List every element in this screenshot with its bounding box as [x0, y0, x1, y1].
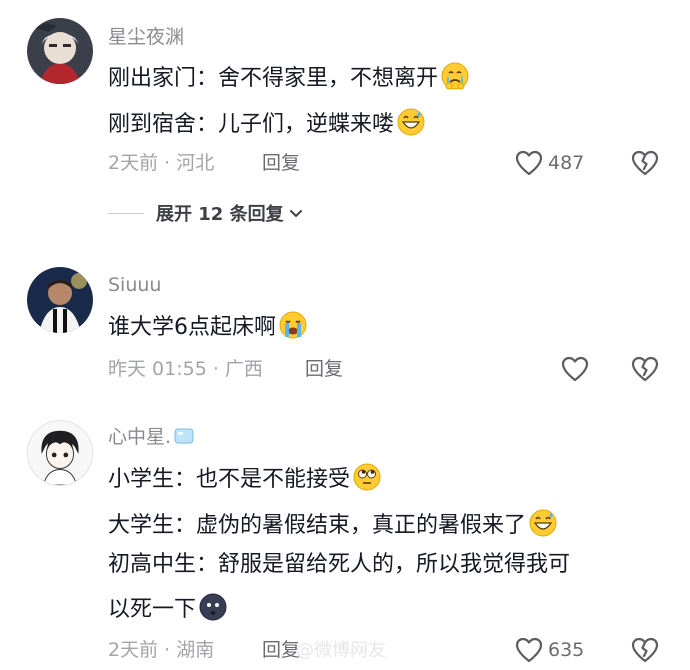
dark-face-emoji-icon	[199, 593, 227, 621]
comment-text-line: 初高中生：舒服是留给死人的，所以我觉得我可	[108, 550, 570, 580]
comment-username[interactable]: 星尘夜渊	[108, 24, 184, 50]
heart-icon	[561, 356, 589, 382]
heart-icon	[515, 150, 543, 176]
anime-character-avatar-icon	[27, 18, 93, 84]
loudly-crying-emoji-icon	[279, 311, 307, 339]
expand-replies-label: 展开 12 条回复	[156, 204, 284, 225]
reply-button[interactable]: 回复	[262, 149, 300, 177]
dislike-button[interactable]	[630, 354, 660, 384]
avatar[interactable]	[27, 18, 93, 84]
like-count: 487	[548, 152, 585, 174]
avatar[interactable]	[27, 420, 93, 486]
comment-text-line: 刚到宿舍：儿子们，逆蝶来喽	[108, 107, 426, 140]
grinning-sweat-emoji-icon	[529, 509, 557, 537]
expand-replies[interactable]: 展开 12 条回复	[108, 199, 304, 227]
dislike-button[interactable]	[630, 635, 660, 665]
watermark: @微博网友	[296, 640, 386, 661]
like-button[interactable]	[560, 354, 594, 384]
comment-text-line: 谁大学6点起床啊	[108, 310, 308, 343]
chevron-down-icon	[289, 210, 302, 218]
comment-meta: 2天前 · 湖南	[108, 639, 215, 661]
broken-heart-icon	[631, 356, 659, 382]
comment-meta: 2天前 · 河北	[108, 152, 215, 174]
crying-emoji-icon	[441, 62, 469, 90]
like-button[interactable]: 635	[514, 635, 584, 665]
like-count: 635	[548, 639, 585, 661]
comment-text: 刚到宿舍：儿子们，逆蝶来喽	[108, 112, 395, 137]
comment-text: 初高中生：舒服是留给死人的，所以我觉得我可	[108, 552, 571, 577]
comment-meta: 昨天 01:55 · 广西	[108, 358, 263, 380]
grinning-sweat-emoji-icon	[397, 108, 425, 136]
comment-text-line: 以死一下	[108, 592, 228, 625]
like-button[interactable]: 487	[514, 148, 584, 178]
comment-item: 星尘夜渊 刚出家门：舍不得家里，不想离开 刚到宿舍：儿子们，逆蝶来喽 2天前 ·…	[0, 0, 690, 225]
anime-boy-avatar-icon	[28, 421, 92, 485]
comment-username[interactable]: 心中星.	[108, 424, 195, 450]
eye-roll-emoji-icon	[353, 463, 381, 491]
comment-text-line: 小学生：也不是不能接受	[108, 462, 382, 495]
comment-text: 以死一下	[108, 597, 197, 622]
comment-text: 小学生：也不是不能接受	[108, 467, 351, 492]
reply-button[interactable]: 回复	[262, 636, 300, 664]
comment-text-line: 大学生：虚伪的暑假结束，真正的暑假来了	[108, 508, 558, 541]
comment-username-text: 心中星.	[108, 426, 172, 448]
divider	[108, 212, 144, 214]
ice-cube-icon	[174, 428, 194, 444]
heart-icon	[515, 637, 543, 663]
dislike-button[interactable]	[630, 148, 660, 178]
comment-text: 大学生：虚伪的暑假结束，真正的暑假来了	[108, 513, 527, 538]
football-player-avatar-icon	[27, 267, 93, 333]
broken-heart-icon	[631, 150, 659, 176]
comment-text: 刚出家门：舍不得家里，不想离开	[108, 66, 439, 91]
comment-text-line: 刚出家门：舍不得家里，不想离开	[108, 61, 470, 94]
comment-username[interactable]: Siuuu	[108, 272, 161, 298]
reply-button[interactable]: 回复	[305, 355, 343, 383]
avatar[interactable]	[27, 267, 93, 333]
broken-heart-icon	[631, 637, 659, 663]
comment-text: 谁大学6点起床啊	[108, 315, 276, 340]
